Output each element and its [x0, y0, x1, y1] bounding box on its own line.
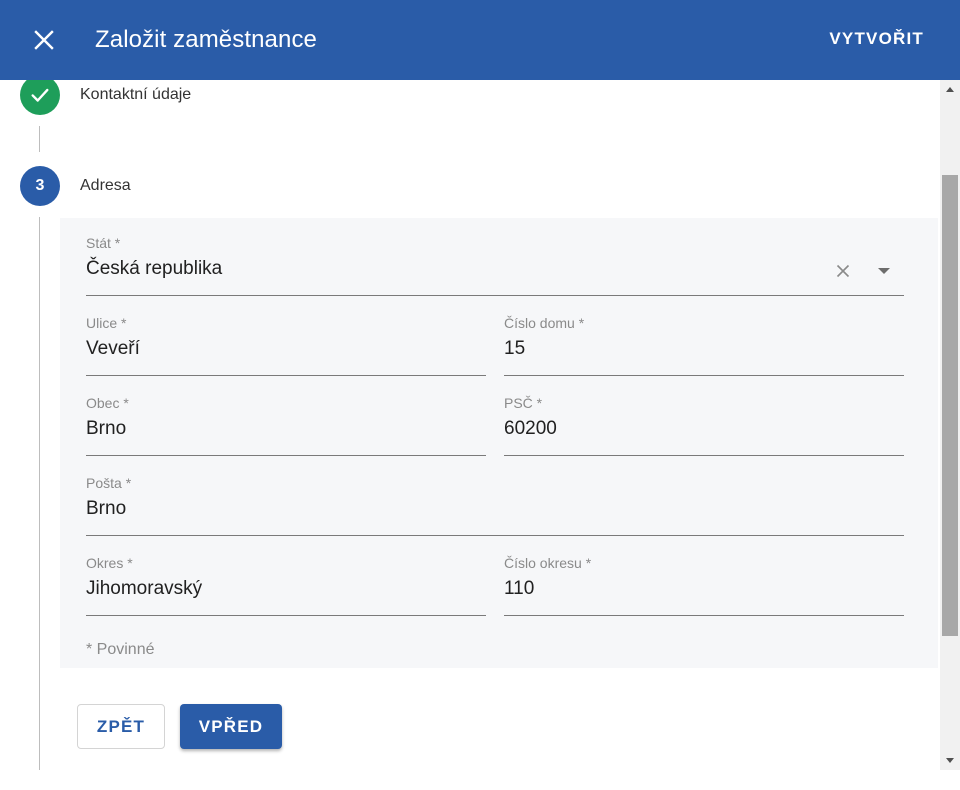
street-label: Ulice * [86, 315, 127, 331]
municipality-field[interactable]: Obec * Brno [86, 378, 486, 456]
close-button[interactable] [24, 20, 64, 60]
municipality-label: Obec * [86, 395, 129, 411]
step-connector [39, 217, 40, 770]
country-value[interactable]: Česká republika [86, 258, 222, 280]
scroll-up-arrow-icon[interactable] [946, 87, 954, 92]
scrollbar[interactable] [940, 80, 960, 770]
district-number-label: Číslo okresu * [504, 555, 592, 571]
check-icon [31, 88, 49, 102]
district-field[interactable]: Okres * Jihomoravský [86, 538, 486, 616]
stepper-content: Kontaktní údaje 3 Adresa Stát * Česká re… [0, 80, 940, 790]
scroll-down-arrow-icon[interactable] [946, 758, 954, 763]
step-address-label[interactable]: Adresa [80, 177, 131, 195]
district-number-field[interactable]: Číslo okresu * 110 [504, 538, 904, 616]
step-contact-indicator [20, 80, 60, 115]
step-address-indicator: 3 [20, 166, 60, 206]
post-office-value[interactable]: Brno [86, 498, 126, 520]
street-value[interactable]: Veveří [86, 338, 140, 360]
municipality-value[interactable]: Brno [86, 418, 126, 440]
house-number-value[interactable]: 15 [504, 338, 525, 360]
country-label: Stát * [86, 235, 121, 251]
page-title: Založit zaměstnance [95, 26, 318, 53]
create-button[interactable]: VYTVOŘIT [829, 29, 924, 49]
post-office-field[interactable]: Pošta * Brno [86, 458, 904, 536]
zip-value[interactable]: 60200 [504, 418, 557, 440]
close-icon [34, 30, 54, 50]
chevron-down-icon[interactable] [878, 268, 890, 274]
house-number-field[interactable]: Číslo domu * 15 [504, 298, 904, 376]
required-note: * Povinné [86, 641, 155, 658]
scrollbar-thumb[interactable] [942, 175, 958, 636]
step-connector [39, 126, 40, 152]
house-number-label: Číslo domu * [504, 315, 585, 331]
zip-label: PSČ * [504, 395, 543, 411]
step-contact-label[interactable]: Kontaktní údaje [80, 86, 191, 104]
back-button[interactable]: ZPĚT [77, 704, 165, 749]
district-number-value[interactable]: 110 [504, 578, 534, 600]
address-form: Stát * Česká republika Ulice * Veveří Čí… [60, 218, 938, 668]
post-office-label: Pošta * [86, 475, 132, 491]
district-label: Okres * [86, 555, 133, 571]
next-button[interactable]: VPŘED [180, 704, 282, 749]
district-value[interactable]: Jihomoravský [86, 578, 202, 600]
app-bar: Založit zaměstnance VYTVOŘIT [0, 0, 960, 80]
clear-icon[interactable] [834, 262, 852, 280]
country-select[interactable]: Stát * Česká republika [86, 218, 904, 296]
street-field[interactable]: Ulice * Veveří [86, 298, 486, 376]
zip-field[interactable]: PSČ * 60200 [504, 378, 904, 456]
